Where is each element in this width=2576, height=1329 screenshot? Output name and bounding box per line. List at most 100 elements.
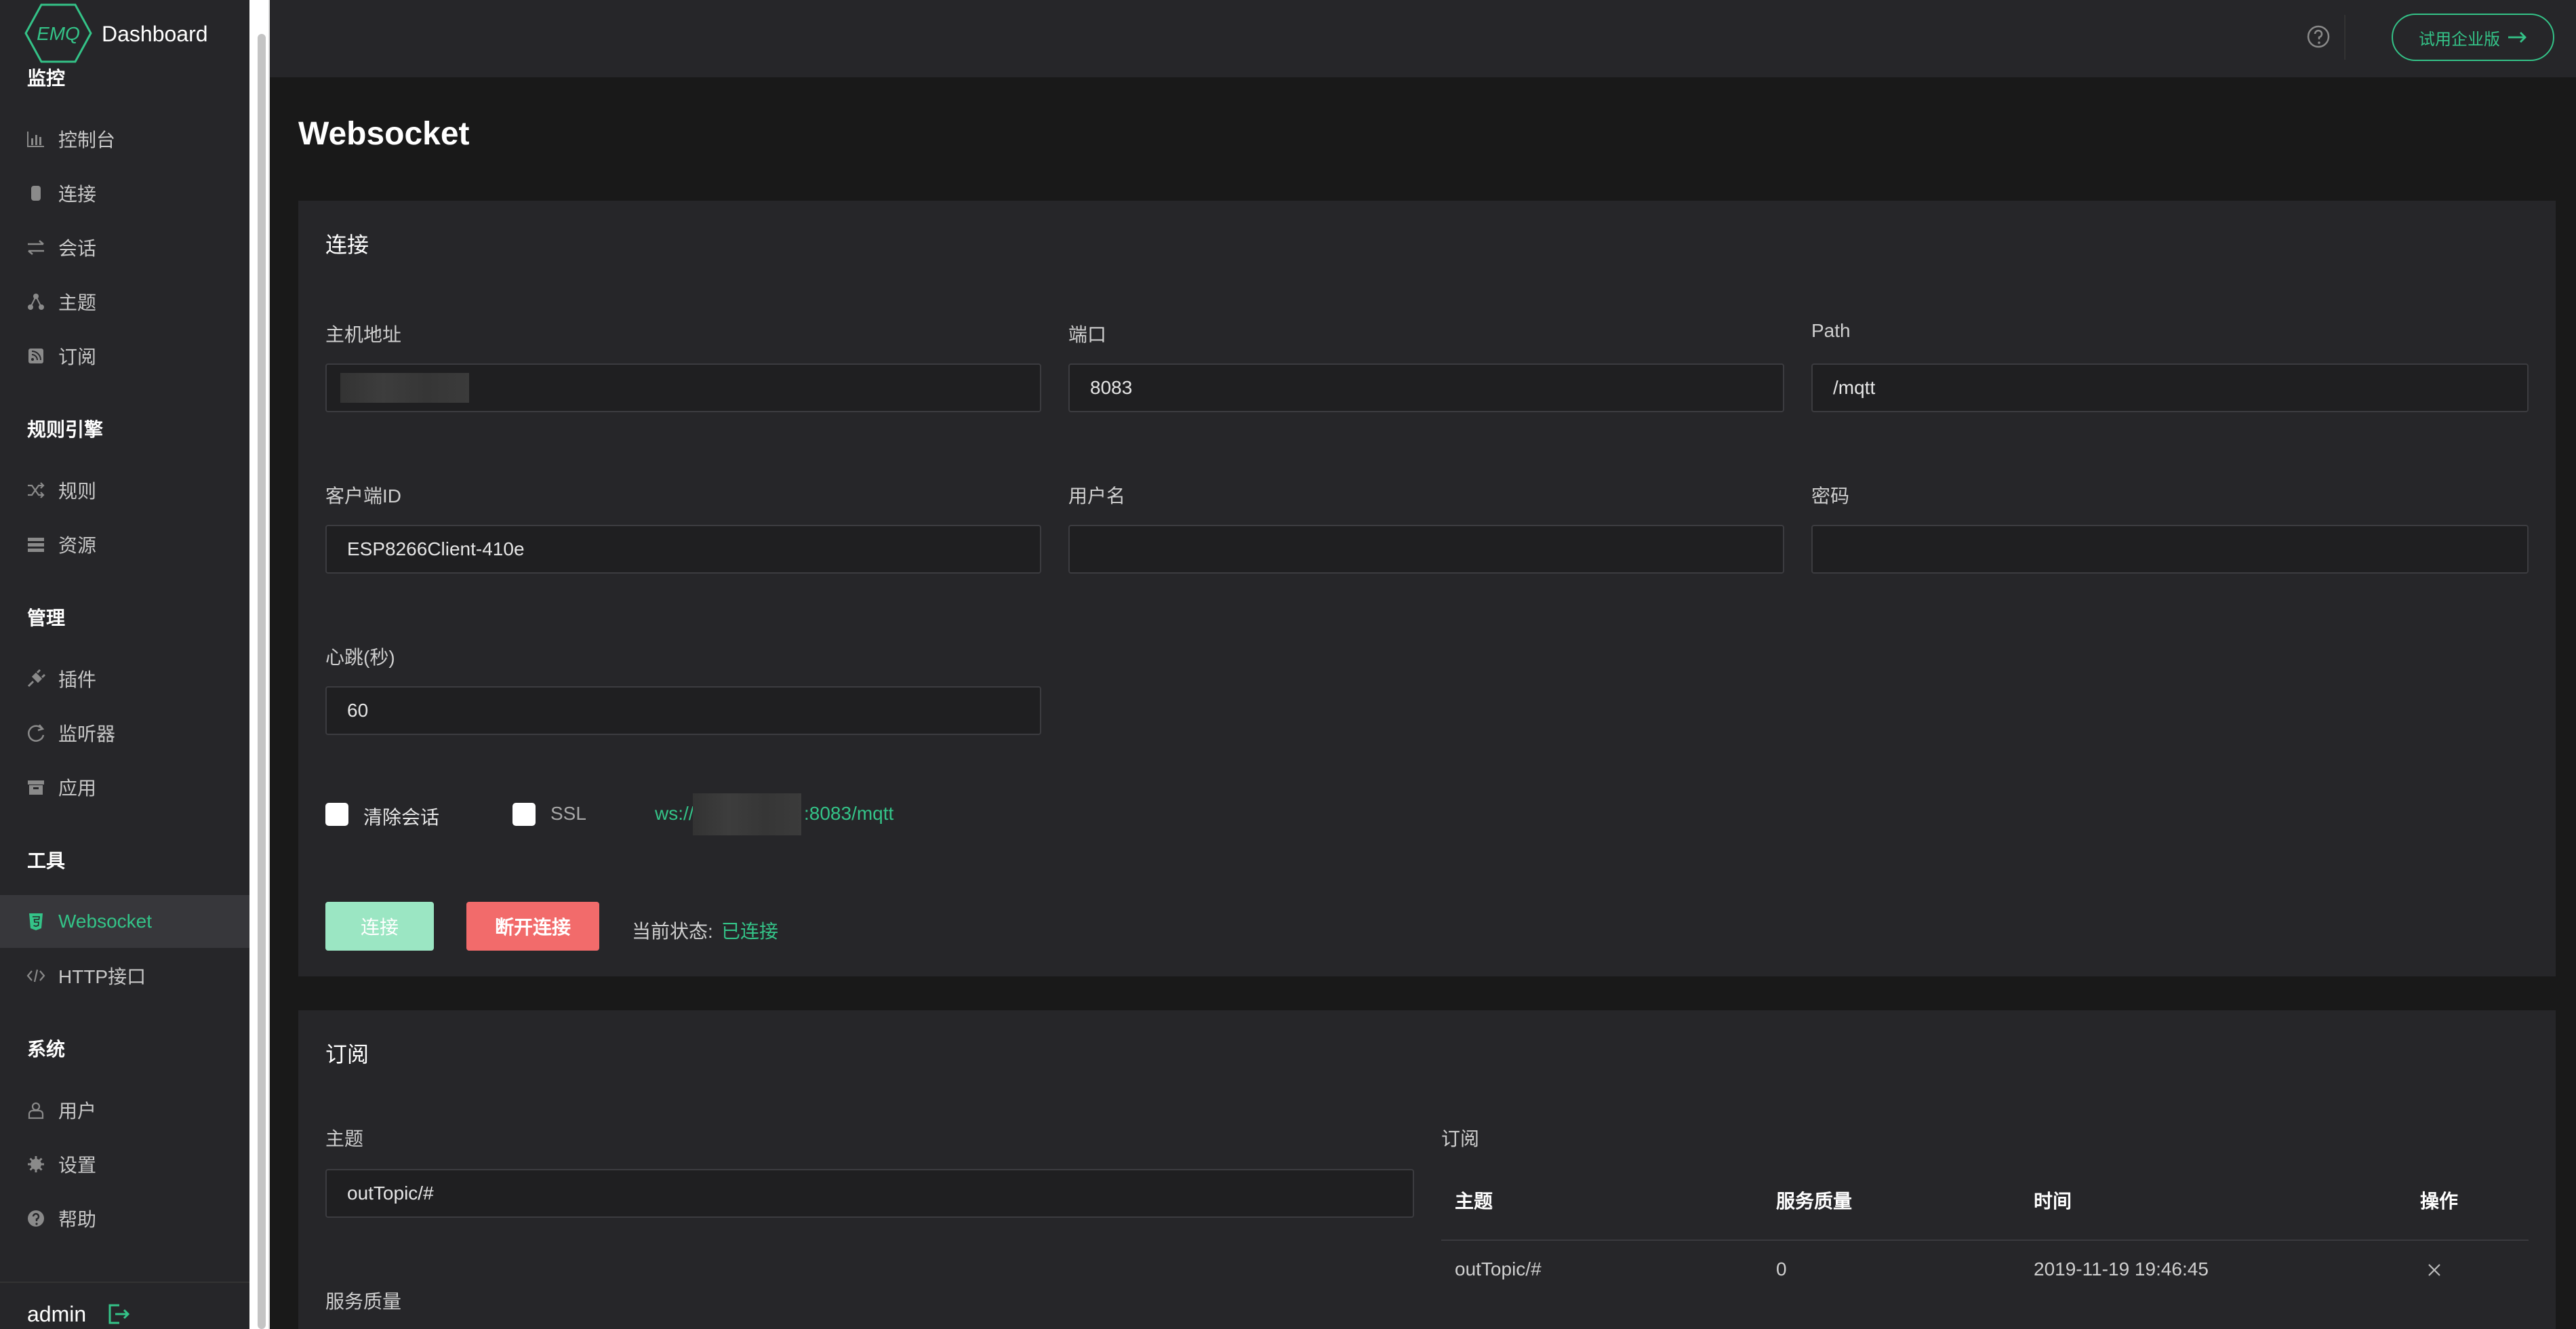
sidebar-item-label: Websocket	[58, 911, 152, 932]
question-icon	[28, 1210, 44, 1227]
help-icon[interactable]	[2306, 24, 2331, 49]
password-input[interactable]	[1811, 525, 2529, 574]
archive-icon	[28, 780, 44, 795]
keepalive-value: 60	[347, 700, 369, 721]
sidebar-item-users[interactable]: 用户	[0, 1084, 249, 1136]
column-header-action: 操作	[2420, 1191, 2459, 1212]
clean-session-checkbox[interactable]	[325, 803, 348, 826]
sidebar-item-label: 控制台	[58, 130, 116, 151]
arrow-right-icon	[2508, 32, 2527, 43]
logo-bar: EMQ Dashboard	[0, 0, 249, 68]
list-icon	[28, 538, 44, 552]
sidebar: 监控 控制台 连接 会话 主题 订阅 规则引擎 规则 资源 管理 插件 监听器 …	[0, 0, 249, 1329]
topic-label: 主题	[325, 1128, 364, 1149]
ssl-label: SSL	[550, 803, 586, 824]
nav-heading-system: 系统	[27, 1039, 66, 1060]
cylinder-icon	[31, 186, 41, 201]
ws-url-prefix: ws://	[655, 803, 694, 824]
topbar: 试用企业版	[270, 0, 2576, 77]
subscription-list-title: 订阅	[1441, 1128, 1480, 1149]
sidebar-item-topics[interactable]: 主题	[0, 275, 249, 328]
path-label: Path	[1811, 320, 1851, 341]
sidebar-item-label: 主题	[58, 292, 97, 313]
bar-chart-icon	[27, 132, 44, 147]
keepalive-input[interactable]: 60	[325, 686, 1041, 735]
port-label: 端口	[1068, 324, 1107, 345]
column-header-time: 时间	[2034, 1191, 2072, 1212]
sidebar-item-applications[interactable]: 应用	[0, 761, 249, 814]
connect-button[interactable]: 连接	[325, 902, 434, 951]
sidebar-item-subscriptions[interactable]: 订阅	[0, 330, 249, 382]
status-value: 已连接	[721, 921, 779, 942]
app-title: Dashboard	[102, 22, 208, 46]
connect-card: 连接 主机地址 端口 8083 Path /mqtt 客户端ID ESP8266…	[298, 201, 2556, 976]
sidebar-item-label: 会话	[58, 238, 97, 259]
sidebar-item-label: HTTP接口	[58, 966, 146, 987]
code-icon	[26, 969, 45, 983]
sidebar-item-dashboard[interactable]: 控制台	[0, 113, 249, 165]
ws-url-suffix: :8083/mqtt	[804, 803, 894, 824]
svg-text:EMQ: EMQ	[37, 23, 80, 44]
sidebar-item-listeners[interactable]: 监听器	[0, 707, 249, 759]
trial-button-label: 试用企业版	[2419, 30, 2500, 49]
table-header-divider	[1441, 1239, 2529, 1241]
subscribe-card: 订阅 主题 outTopic/# 服务质量 订阅 主题 服务质量 时间 操作 o…	[298, 1010, 2556, 1329]
sidebar-scrollbar[interactable]	[249, 0, 270, 1329]
sidebar-item-help[interactable]: 帮助	[0, 1192, 249, 1245]
topbar-divider	[2344, 15, 2346, 60]
sidebar-footer: admin	[0, 1282, 249, 1329]
shuffle-icon	[28, 482, 45, 498]
sidebar-item-plugins[interactable]: 插件	[0, 652, 249, 705]
user-icon	[28, 1102, 44, 1119]
client-id-input[interactable]: ESP8266Client-410e	[325, 525, 1041, 574]
port-value: 8083	[1090, 377, 1133, 398]
sidebar-item-websocket[interactable]: Websocket	[0, 895, 249, 948]
sidebar-item-label: 设置	[58, 1155, 97, 1176]
sidebar-item-label: 订阅	[58, 346, 97, 368]
host-label: 主机地址	[325, 324, 402, 345]
username-input[interactable]	[1068, 525, 1784, 574]
row-qos: 0	[1776, 1258, 1787, 1280]
disconnect-button[interactable]: 断开连接	[466, 902, 599, 951]
sidebar-item-rules[interactable]: 规则	[0, 464, 249, 517]
path-input[interactable]: /mqtt	[1811, 363, 2529, 412]
client-id-value: ESP8266Client-410e	[347, 538, 525, 559]
status-label: 当前状态:	[632, 921, 713, 942]
username-label: admin	[27, 1302, 87, 1326]
page-title: Websocket	[298, 116, 470, 152]
redacted-host	[340, 373, 469, 403]
emq-logo[interactable]: EMQ	[24, 3, 92, 64]
sidebar-item-resources[interactable]: 资源	[0, 518, 249, 571]
close-icon[interactable]	[2426, 1261, 2443, 1279]
host-input[interactable]	[325, 363, 1041, 412]
username-field-label: 用户名	[1068, 485, 1126, 507]
column-header-qos: 服务质量	[1776, 1191, 1853, 1212]
port-input[interactable]: 8083	[1068, 363, 1784, 412]
sidebar-item-http-api[interactable]: HTTP接口	[0, 949, 249, 1002]
sidebar-item-label: 用户	[58, 1100, 97, 1122]
rss-icon	[28, 349, 43, 363]
trial-enterprise-button[interactable]: 试用企业版	[2392, 14, 2554, 61]
keepalive-label: 心跳(秒)	[325, 647, 395, 668]
sidebar-item-label: 应用	[58, 778, 97, 799]
topic-input[interactable]: outTopic/#	[325, 1169, 1414, 1218]
topic-icon	[28, 294, 44, 310]
nav-heading-rules: 规则引擎	[27, 419, 104, 440]
topic-value: outTopic/#	[347, 1183, 434, 1204]
swap-icon	[28, 240, 44, 255]
nav-heading-manage: 管理	[27, 608, 66, 629]
nav-heading-tools: 工具	[27, 850, 66, 871]
sidebar-item-connections[interactable]: 连接	[0, 167, 249, 220]
sidebar-scrollbar-thumb[interactable]	[258, 34, 266, 1329]
row-topic: outTopic/#	[1455, 1258, 1542, 1280]
nav-heading-monitor: 监控	[27, 68, 66, 89]
sidebar-item-settings[interactable]: 设置	[0, 1138, 249, 1191]
redacted-url-host	[693, 793, 801, 835]
logout-icon[interactable]	[106, 1302, 130, 1326]
qos-label: 服务质量	[325, 1291, 402, 1312]
sidebar-item-label: 监听器	[58, 723, 116, 745]
ssl-checkbox[interactable]	[512, 803, 536, 826]
sidebar-item-sessions[interactable]: 会话	[0, 221, 249, 274]
sidebar-item-label: 资源	[58, 535, 97, 556]
subscribe-card-title: 订阅	[325, 1042, 369, 1067]
